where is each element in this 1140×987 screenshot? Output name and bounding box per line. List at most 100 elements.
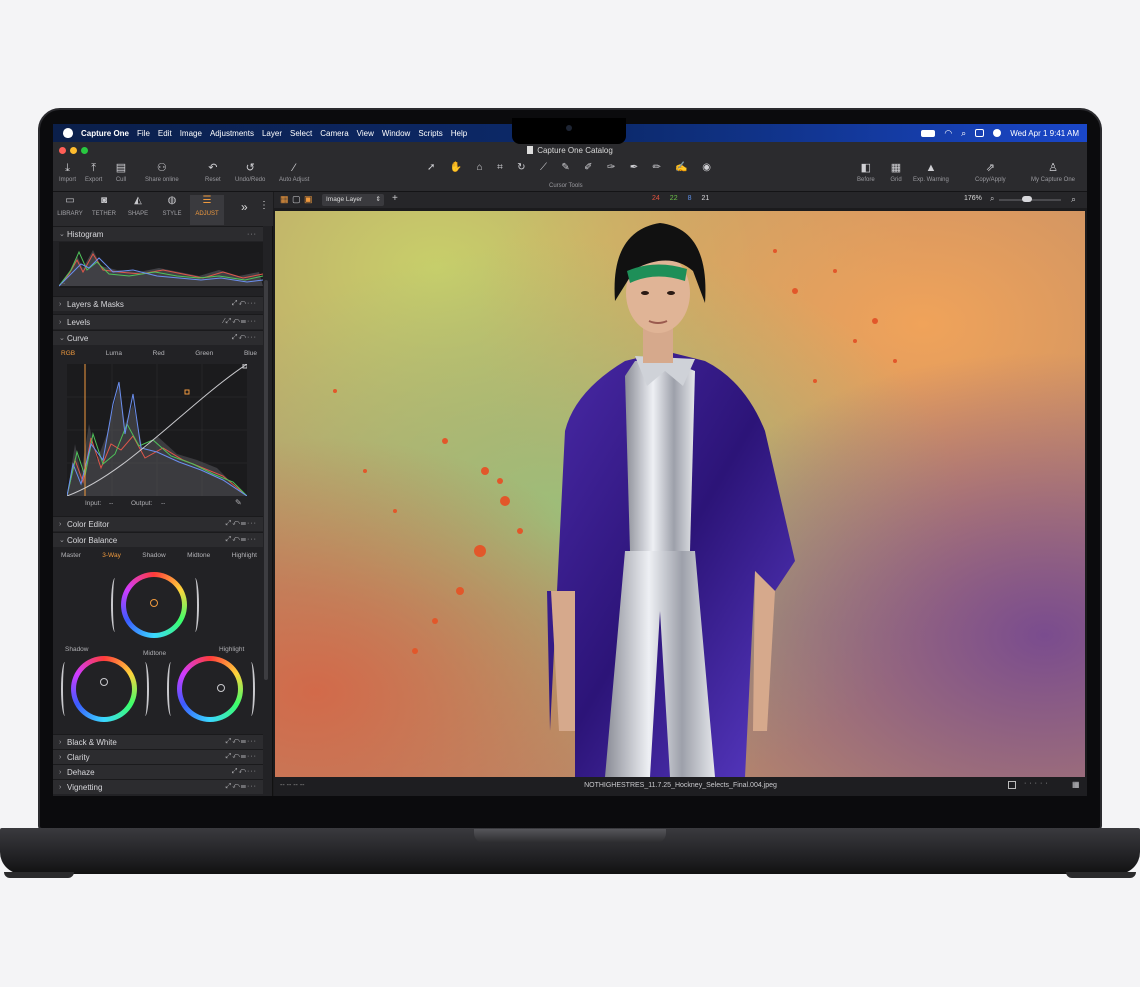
zoom-out-icon[interactable]: ⌕ (990, 194, 994, 204)
picker-icon[interactable]: ✎ (235, 498, 242, 507)
midtone-wheel-handle[interactable] (150, 599, 158, 607)
section-dehaze[interactable]: › Dehaze ⤢↶··· (53, 764, 263, 779)
shadow-slider-arc-right[interactable] (141, 662, 149, 716)
layer-select[interactable]: Image Layer ⇕ (322, 194, 384, 206)
import-button[interactable]: ⤓ Import (59, 162, 76, 183)
highlight-wheel-handle[interactable] (217, 684, 225, 692)
shadow-wheel-handle[interactable] (100, 678, 108, 686)
count-total[interactable]: 21 (702, 195, 710, 202)
share-online-button[interactable]: ⚇ Share online (145, 162, 179, 183)
panel-menu-icon[interactable]: ⋮ (259, 200, 269, 211)
curve-tab-red[interactable]: Red (153, 350, 165, 357)
exposure-warning-button[interactable]: ▲ Exp. Warning (913, 162, 949, 183)
balance-tab-highlight[interactable]: Highlight (232, 552, 257, 559)
menu-app-name[interactable]: Capture One (81, 129, 129, 138)
menu-layer[interactable]: Layer (262, 129, 282, 138)
gradient-cursor-icon[interactable]: ✒ (630, 162, 638, 176)
menu-camera[interactable]: Camera (320, 129, 348, 138)
section-actions-icon[interactable]: ⤢↶☰··· (226, 783, 257, 791)
undo-redo-button[interactable]: ↺ Undo/Redo (235, 162, 265, 183)
tab-tether[interactable]: ◙ TETHER (87, 195, 121, 217)
pan-cursor-icon[interactable]: ✋ (450, 162, 462, 176)
count-blue[interactable]: 8 (688, 195, 692, 202)
section-actions-icon[interactable]: ⤢↶··· (232, 300, 257, 308)
tab-shape[interactable]: ◭ SHAPE (121, 195, 155, 217)
menu-image[interactable]: Image (180, 129, 202, 138)
menu-adjustments[interactable]: Adjustments (210, 129, 254, 138)
eye-cursor-icon[interactable]: ◉ (702, 162, 711, 176)
highlight-color-wheel[interactable] (177, 656, 243, 722)
menubar-clock[interactable]: Wed Apr 1 9:41 AM (1010, 129, 1079, 138)
zoom-slider[interactable] (999, 196, 1061, 202)
zoom-in-icon[interactable]: ⌕ (1071, 194, 1076, 205)
section-actions-icon[interactable]: ⤢↶☰··· (226, 753, 257, 761)
balance-tab-midtone[interactable]: Midtone (187, 552, 210, 559)
highlight-slider-arc[interactable] (167, 662, 175, 716)
menu-scripts[interactable]: Scripts (418, 129, 442, 138)
zoom-level[interactable]: 176% (964, 195, 982, 202)
count-red[interactable]: 24 (652, 195, 660, 202)
checkbox-icon[interactable] (1008, 781, 1016, 789)
section-vignetting[interactable]: › Vignetting ⤢↶☰··· (53, 779, 263, 794)
section-clarity[interactable]: › Clarity ⤢↶☰··· (53, 749, 263, 764)
brush-cursor-icon[interactable]: ✐ (584, 162, 592, 176)
section-levels[interactable]: › Levels ⁄⤢↶☰··· (53, 314, 263, 329)
rating-dots[interactable]: ····· (1024, 780, 1051, 787)
my-capture-one-button[interactable]: ♙ My Capture One (1031, 162, 1075, 183)
section-actions-icon[interactable]: ⁄⤢↶☰··· (224, 318, 258, 326)
menu-edit[interactable]: Edit (158, 129, 172, 138)
midtone-color-wheel[interactable] (121, 572, 187, 638)
auto-adjust-button[interactable]: ⁄ Auto Adjust (279, 162, 309, 183)
apple-icon[interactable] (63, 128, 73, 138)
curve-tab-green[interactable]: Green (195, 350, 213, 357)
section-color-editor[interactable]: › Color Editor ⤢↶☰··· (53, 516, 263, 531)
siri-icon[interactable] (993, 129, 1002, 137)
eraser-cursor-icon[interactable]: ✑ (607, 162, 615, 176)
curve-tab-blue[interactable]: Blue (244, 350, 257, 357)
section-actions-icon[interactable]: ⤢↶☰··· (226, 520, 257, 528)
battery-icon[interactable] (921, 129, 936, 137)
section-layers-masks[interactable]: › Layers & Masks ⤢↶··· (53, 296, 263, 311)
panel-scrollbar[interactable] (264, 280, 268, 680)
filmstrip-view-icon[interactable]: ▣ (304, 194, 313, 205)
count-green[interactable]: 22 (670, 195, 678, 202)
spot-cursor-icon[interactable]: ✎ (561, 162, 569, 176)
balance-tab-3-way[interactable]: 3-Way (102, 552, 121, 559)
menu-window[interactable]: Window (382, 129, 410, 138)
curve-tab-rgb[interactable]: RGB (61, 350, 75, 357)
export-button[interactable]: ⤒ Export (85, 162, 102, 183)
section-color-balance[interactable]: ⌄ Color Balance ⤢↶☰··· (53, 532, 263, 547)
wifi-icon[interactable]: ◠ (944, 128, 952, 139)
midtone-slider-arc[interactable] (111, 578, 119, 632)
tab-adjust[interactable]: ☰ ADJUST (190, 195, 224, 225)
keystone-cursor-icon[interactable]: ⟋ (540, 162, 547, 176)
highlight-slider-arc-right[interactable] (247, 662, 255, 716)
grid-view-icon[interactable]: ▦ (280, 194, 289, 205)
section-actions-icon[interactable]: ⤢↶☰··· (226, 536, 257, 544)
minimize-window-button[interactable] (70, 147, 77, 154)
rotate-cursor-icon[interactable]: ↻ (517, 162, 525, 176)
curve-graph[interactable] (67, 364, 247, 496)
before-button[interactable]: ◧ Before (857, 162, 875, 183)
zoom-slider-knob[interactable] (1022, 196, 1033, 202)
more-icon[interactable]: ··· (247, 231, 257, 238)
section-black-white[interactable]: › Black & White ⤢↶☰··· (53, 734, 263, 749)
reset-button[interactable]: ↶ Reset (205, 162, 221, 183)
grid-icon[interactable]: ▦ (1072, 780, 1080, 789)
section-histogram[interactable]: ⌄ Histogram ··· (53, 226, 263, 241)
close-window-button[interactable] (59, 147, 66, 154)
shadow-color-wheel[interactable] (71, 656, 137, 722)
copy-apply-button[interactable]: ⇗ Copy/Apply (975, 162, 1006, 183)
tab-style[interactable]: ◍ STYLE (155, 195, 189, 217)
zoom-window-button[interactable] (81, 147, 88, 154)
menu-file[interactable]: File (137, 129, 150, 138)
menu-view[interactable]: View (357, 129, 374, 138)
picker-cursor-icon[interactable]: ✏ (653, 162, 661, 176)
curve-tab-luma[interactable]: Luma (106, 350, 122, 357)
crop-cursor-icon[interactable]: ⌗ (497, 162, 503, 176)
midtone-slider-arc-right[interactable] (191, 578, 199, 632)
balance-tab-master[interactable]: Master (61, 552, 81, 559)
section-actions-icon[interactable]: ⤢↶☰··· (226, 738, 257, 746)
loupe-cursor-icon[interactable]: ⌂ (477, 162, 483, 176)
add-layer-icon[interactable]: + (392, 193, 398, 204)
